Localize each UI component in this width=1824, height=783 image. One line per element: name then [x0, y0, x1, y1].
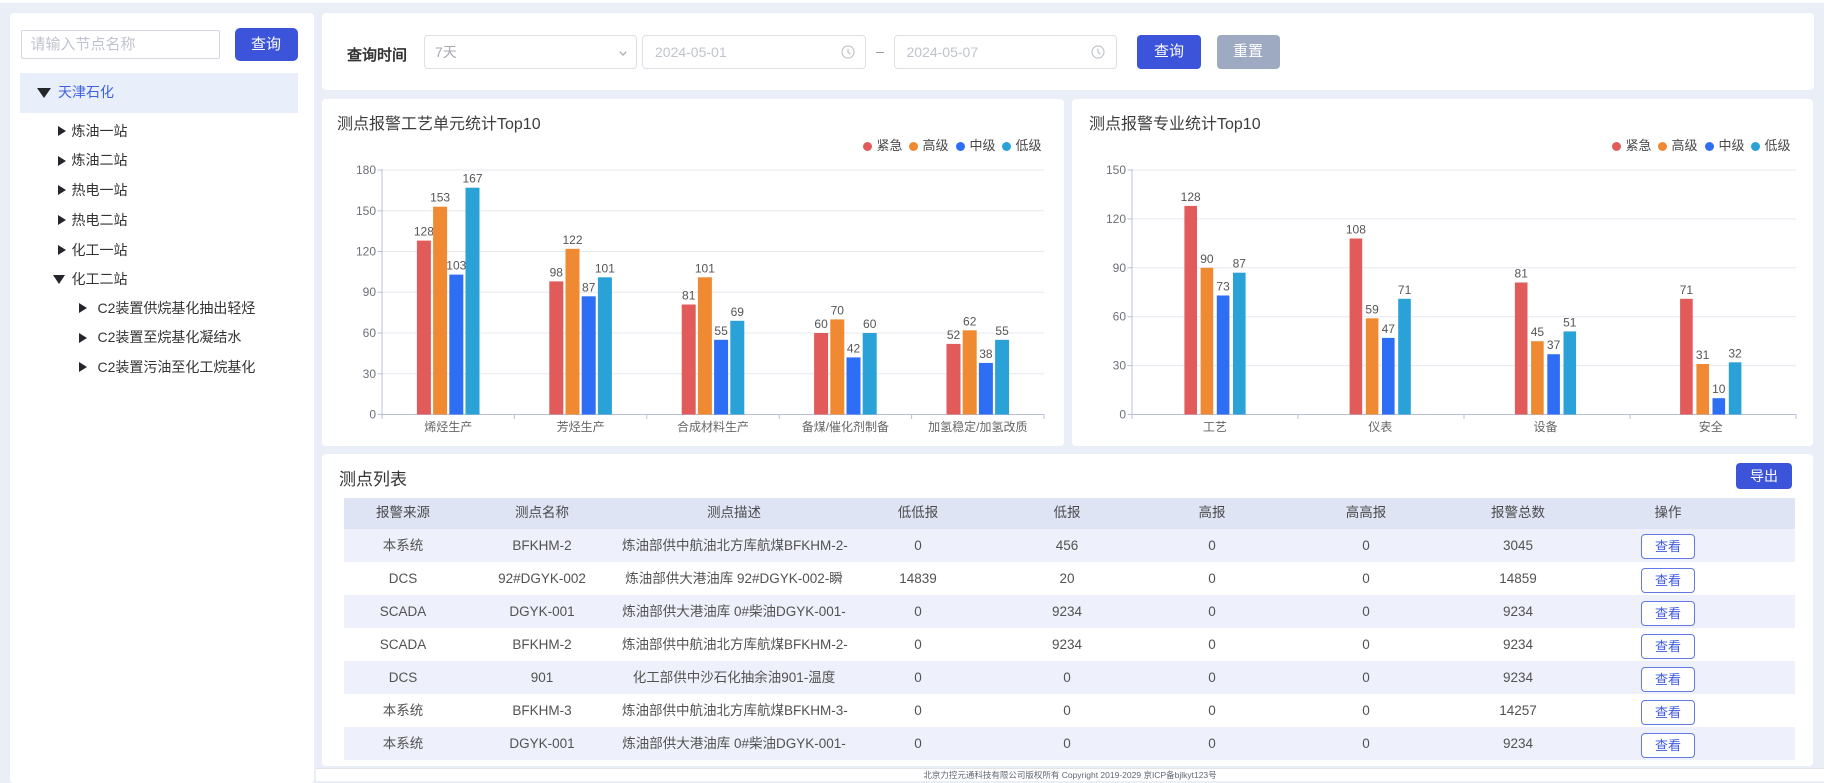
- svg-text:62: 62: [963, 314, 977, 328]
- svg-text:90: 90: [1200, 252, 1214, 266]
- svg-text:0: 0: [1119, 408, 1126, 422]
- svg-text:167: 167: [462, 172, 482, 186]
- svg-text:128: 128: [414, 225, 434, 239]
- svg-text:42: 42: [847, 341, 861, 355]
- svg-text:55: 55: [995, 324, 1009, 338]
- svg-text:安全: 安全: [1699, 419, 1723, 434]
- svg-text:71: 71: [1398, 283, 1412, 297]
- svg-text:51: 51: [1563, 315, 1577, 329]
- svg-text:0: 0: [369, 408, 376, 422]
- svg-text:108: 108: [1346, 223, 1366, 237]
- svg-text:55: 55: [714, 324, 728, 338]
- svg-text:180: 180: [356, 163, 376, 177]
- svg-text:71: 71: [1680, 283, 1694, 297]
- svg-text:45: 45: [1531, 325, 1545, 339]
- svg-text:38: 38: [979, 347, 993, 361]
- svg-text:31: 31: [1696, 348, 1710, 362]
- svg-text:30: 30: [1113, 359, 1127, 373]
- svg-text:37: 37: [1547, 338, 1561, 352]
- svg-text:设备: 设备: [1533, 420, 1557, 434]
- svg-text:81: 81: [1515, 267, 1529, 281]
- svg-text:120: 120: [356, 245, 376, 259]
- svg-text:101: 101: [595, 261, 615, 275]
- svg-text:87: 87: [1233, 257, 1247, 271]
- svg-text:60: 60: [863, 317, 877, 331]
- svg-text:90: 90: [363, 285, 377, 299]
- svg-text:合成材料生产: 合成材料生产: [677, 419, 749, 434]
- svg-text:87: 87: [582, 280, 596, 294]
- svg-text:69: 69: [731, 305, 745, 319]
- svg-text:32: 32: [1728, 346, 1742, 360]
- svg-text:153: 153: [430, 191, 450, 205]
- svg-text:加氢稳定/加氢改质: 加氢稳定/加氢改质: [928, 419, 1027, 434]
- svg-text:122: 122: [562, 233, 582, 247]
- svg-text:150: 150: [1106, 163, 1126, 177]
- svg-text:仪表: 仪表: [1368, 420, 1392, 434]
- svg-text:47: 47: [1382, 322, 1396, 336]
- svg-text:30: 30: [363, 367, 377, 381]
- svg-text:10: 10: [1712, 382, 1726, 396]
- svg-text:103: 103: [446, 259, 466, 273]
- svg-text:70: 70: [831, 303, 845, 317]
- svg-text:101: 101: [695, 261, 715, 275]
- svg-text:59: 59: [1365, 302, 1379, 316]
- svg-text:60: 60: [814, 317, 828, 331]
- svg-text:98: 98: [550, 265, 564, 279]
- svg-text:90: 90: [1113, 261, 1127, 275]
- svg-text:芳烃生产: 芳烃生产: [557, 420, 605, 434]
- svg-text:52: 52: [947, 328, 961, 342]
- svg-text:备煤/催化剂制备: 备煤/催化剂制备: [802, 419, 889, 434]
- svg-text:60: 60: [1113, 310, 1127, 324]
- svg-text:60: 60: [363, 326, 377, 340]
- svg-text:150: 150: [356, 204, 376, 218]
- svg-text:128: 128: [1181, 190, 1201, 204]
- svg-text:工艺: 工艺: [1203, 420, 1227, 434]
- svg-text:120: 120: [1106, 212, 1126, 226]
- svg-text:73: 73: [1216, 280, 1230, 294]
- svg-text:81: 81: [682, 289, 696, 303]
- svg-text:烯烃生产: 烯烃生产: [424, 420, 472, 434]
